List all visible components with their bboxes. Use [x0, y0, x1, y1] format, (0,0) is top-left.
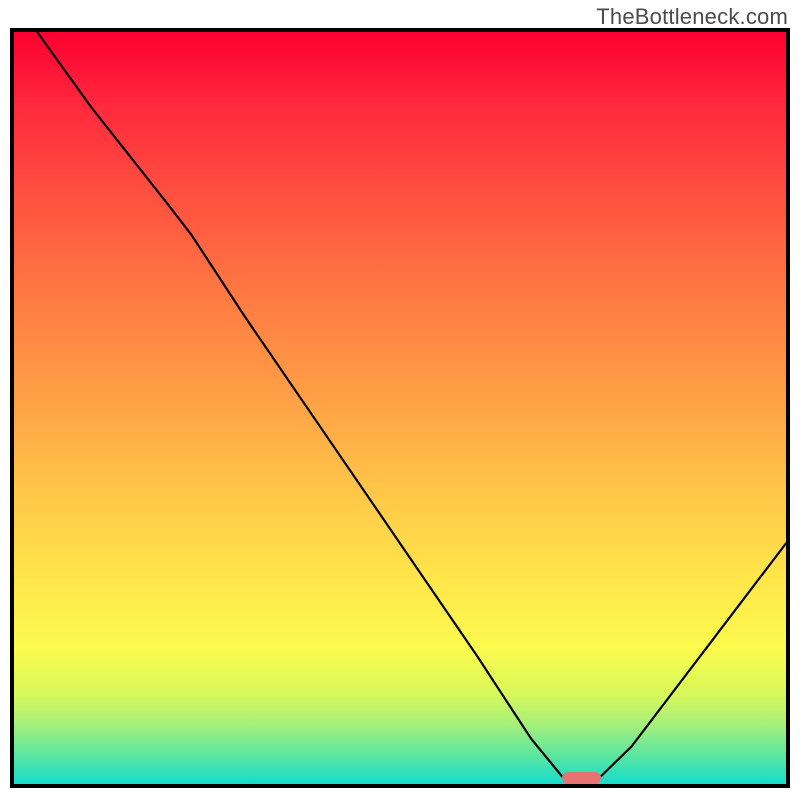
optimal-marker	[562, 772, 601, 784]
plot-area	[10, 28, 790, 788]
chart-curve-svg	[14, 32, 786, 784]
curve-path	[37, 32, 786, 776]
chart-frame: TheBottleneck.com	[0, 0, 800, 800]
watermark-label: TheBottleneck.com	[596, 4, 788, 30]
